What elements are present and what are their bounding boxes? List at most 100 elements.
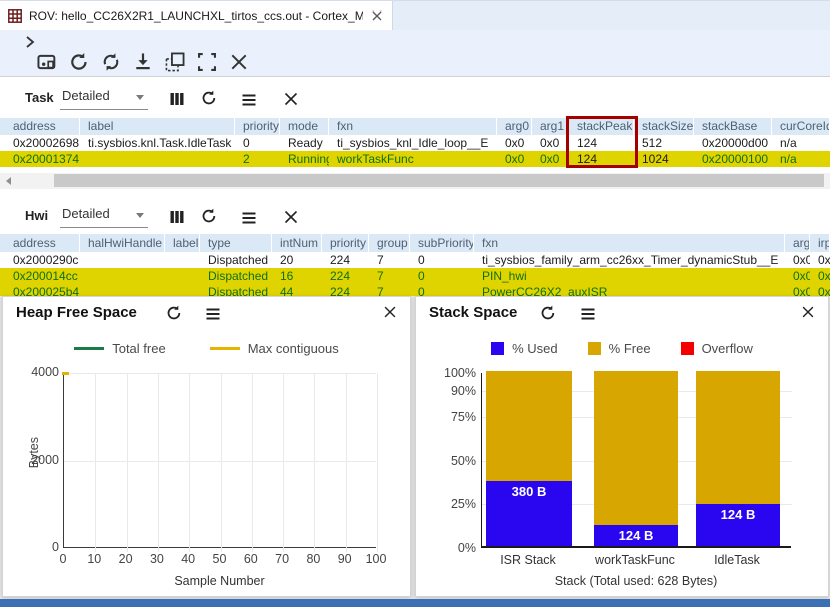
cell-irp: 0x0	[810, 268, 830, 284]
col-header[interactable]: fxn	[474, 234, 785, 252]
axis-tick-label: 25%	[451, 497, 476, 511]
bar-isr-stack[interactable]: 380 B	[486, 371, 572, 546]
axis-tick-label: 0%	[458, 541, 476, 555]
cell-group: 7	[369, 268, 410, 284]
cell-priority: 2	[235, 151, 280, 167]
horizontal-scrollbar[interactable]	[0, 173, 830, 189]
table-row-highlighted[interactable]: 0x20001374 2 Running workTaskFunc 0x0 0x…	[0, 151, 830, 167]
col-header[interactable]: stackSize	[634, 118, 694, 135]
cell-label	[165, 252, 200, 268]
col-header[interactable]: irp	[810, 234, 830, 252]
cell-mode: Running	[280, 151, 329, 167]
axis-tick-label: 100%	[444, 366, 476, 380]
auto-refresh-icon[interactable]	[100, 51, 122, 73]
hwi-close-icon[interactable]	[282, 208, 300, 226]
hwi-table-header[interactable]: address halHwiHandle label type intNum p…	[0, 234, 830, 252]
table-row[interactable]: 0x20002698 ti.sysbios.knl.Task.IdleTask …	[0, 135, 830, 151]
hwi-columns-icon[interactable]	[168, 208, 186, 226]
cell-fxn: ti_sysbios_knl_Idle_loop__E	[329, 135, 497, 151]
cell-priority: 224	[322, 268, 369, 284]
stackpeak-highlight-box	[566, 116, 638, 168]
stack-refresh-icon[interactable]	[539, 304, 557, 322]
cell-arg0: 0x0	[497, 151, 532, 167]
col-header[interactable]: label	[165, 234, 200, 252]
cell-subPriority: 0	[410, 252, 474, 268]
tab-title: ROV: hello_CC26X2R1_LAUNCHXL_tirtos_ccs.…	[29, 9, 363, 23]
task-close-icon[interactable]	[282, 90, 300, 108]
hwi-refresh-icon[interactable]	[200, 207, 218, 225]
save-data-icon[interactable]	[132, 51, 154, 73]
bar-idletask[interactable]: 124 B	[696, 371, 780, 546]
heap-panel-title: Heap Free Space	[16, 304, 137, 321]
table-row[interactable]: 0x2000290c Dispatched 20 224 7 0 ti_sysb…	[0, 252, 830, 268]
cell-arg1: 0x0	[532, 151, 569, 167]
task-refresh-icon[interactable]	[200, 89, 218, 107]
scrollbar-thumb[interactable]	[54, 174, 824, 187]
gridline-vertical	[283, 373, 284, 552]
axis-tick-label: 50	[208, 552, 232, 566]
cell-type: Dispatched	[200, 268, 272, 284]
cell-irp: 0x0	[810, 252, 830, 268]
col-header[interactable]: fxn	[329, 118, 497, 135]
col-header[interactable]: halHwiHandle	[80, 234, 165, 252]
axis-tick-label: 2000	[31, 453, 59, 467]
maximize-icon[interactable]	[196, 51, 218, 73]
col-header[interactable]: intNum	[272, 234, 322, 252]
heap-menu-icon[interactable]	[204, 305, 222, 323]
task-columns-icon[interactable]	[168, 90, 186, 108]
tab-close-icon[interactable]	[370, 9, 384, 23]
bar-used-segment: 124 B	[696, 504, 780, 546]
col-header[interactable]: type	[200, 234, 272, 252]
task-view-mode-select[interactable]: Detailed	[60, 86, 148, 110]
col-header[interactable]: priority	[322, 234, 369, 252]
task-section-title: Task	[25, 90, 54, 105]
rov-tab[interactable]: ROV: hello_CC26X2R1_LAUNCHXL_tirtos_ccs.…	[0, 1, 393, 31]
rov-toolbar	[0, 30, 830, 77]
heap-refresh-icon[interactable]	[165, 304, 183, 322]
used-swatch	[491, 342, 504, 355]
task-table-header[interactable]: address label priority mode fxn arg0 arg…	[0, 118, 830, 135]
legend-item: Max contiguous	[210, 341, 339, 356]
col-header[interactable]: label	[80, 118, 235, 135]
col-header[interactable]: priority	[235, 118, 280, 135]
col-header[interactable]: curCoreId	[772, 118, 830, 135]
bar-free-segment	[696, 371, 780, 504]
bar-free-segment	[486, 371, 572, 481]
heap-free-space-panel: Heap Free Space Total free Max contiguou…	[2, 296, 411, 597]
legend-label: Overflow	[702, 341, 753, 356]
hwi-view-mode-select[interactable]: Detailed	[60, 204, 148, 228]
col-header[interactable]: stackBase	[694, 118, 772, 135]
cell-group: 7	[369, 252, 410, 268]
expand-chevron-icon[interactable]	[22, 34, 38, 50]
stack-legend: % Used % Free Overflow	[416, 341, 828, 356]
col-header[interactable]: arg1	[532, 118, 569, 135]
stack-menu-icon[interactable]	[579, 305, 597, 323]
clone-view-icon[interactable]	[164, 51, 186, 73]
col-header[interactable]: arg	[785, 234, 810, 252]
cell-curCoreId: n/a	[772, 151, 830, 167]
table-row-highlighted[interactable]: 0x200014cc Dispatched 16 224 7 0 PIN_hwi…	[0, 268, 830, 284]
heap-close-icon[interactable]	[382, 304, 398, 320]
col-header[interactable]: group	[369, 234, 410, 252]
col-header[interactable]: mode	[280, 118, 329, 135]
scroll-left-button[interactable]	[0, 173, 16, 189]
cell-arg0: 0x0	[497, 135, 532, 151]
heap-x-axis-title: Sample Number	[63, 574, 376, 588]
hwi-menu-icon[interactable]	[240, 209, 258, 227]
bar-value-label: 124 B	[594, 528, 678, 543]
axis-tick-label: 0	[51, 552, 75, 566]
hwi-table: address halHwiHandle label type intNum p…	[0, 234, 830, 300]
task-menu-icon[interactable]	[240, 91, 258, 109]
col-header[interactable]: address	[0, 118, 80, 135]
refresh-icon[interactable]	[68, 51, 90, 73]
col-header[interactable]: address	[0, 234, 80, 252]
col-header[interactable]: subPriority	[410, 234, 474, 252]
close-all-icon[interactable]	[228, 51, 250, 73]
bar-used-segment: 124 B	[594, 525, 678, 546]
stack-close-icon[interactable]	[800, 304, 816, 320]
cell-address: 0x200014cc	[0, 268, 80, 284]
connect-device-icon[interactable]	[36, 51, 58, 73]
chevron-down-icon	[136, 95, 144, 100]
col-header[interactable]: arg0	[497, 118, 532, 135]
bar-worktaskfunc[interactable]: 124 B	[594, 371, 678, 546]
